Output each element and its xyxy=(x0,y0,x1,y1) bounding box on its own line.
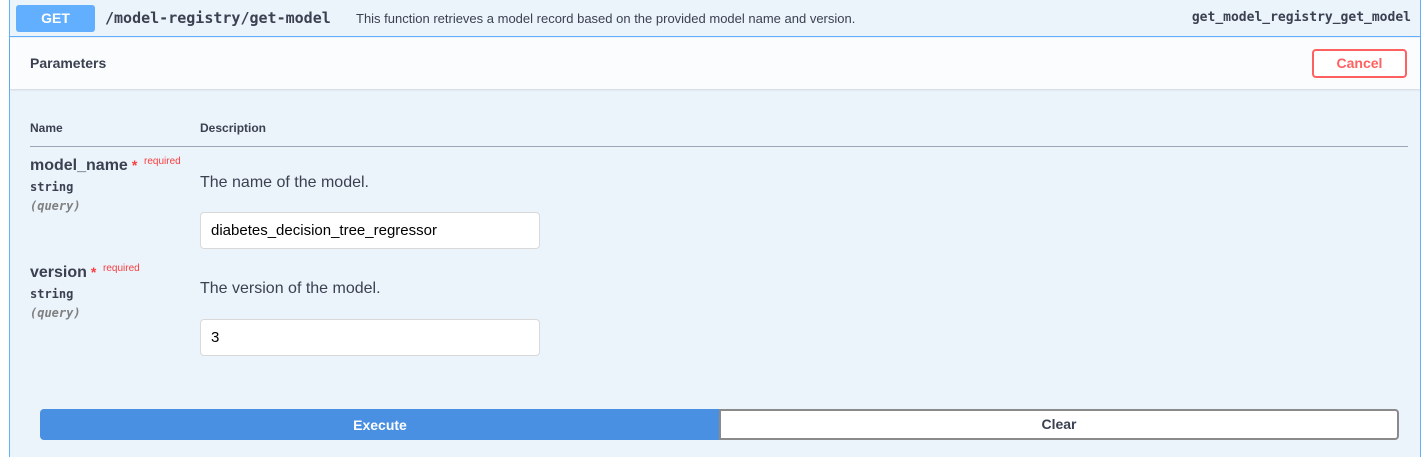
endpoint-path: /model-registry/get-model xyxy=(105,9,331,27)
param-type: string xyxy=(30,287,74,301)
model-name-input[interactable]: diabetes_decision_tree_regressor xyxy=(200,212,540,249)
param-location: (query) xyxy=(30,199,81,213)
column-header-description: Description xyxy=(200,121,267,135)
param-type: string xyxy=(30,180,74,194)
operation-id: get_model_registry_get_model xyxy=(1191,10,1411,25)
param-name-model-name: model_name * xyxy=(30,157,137,175)
table-header-divider xyxy=(30,146,1408,147)
required-label: required xyxy=(103,263,140,274)
cancel-button[interactable]: Cancel xyxy=(1312,49,1407,78)
required-star: * xyxy=(90,264,97,280)
parameters-header: Parameters Cancel xyxy=(10,38,1420,89)
action-buttons: Execute Clear xyxy=(40,409,1399,440)
endpoint-summary: This function retrieves a model record b… xyxy=(356,11,856,26)
param-description: The name of the model. xyxy=(200,174,369,191)
column-header-name: Name xyxy=(30,121,63,135)
param-name-label: model_name xyxy=(30,157,128,174)
param-name-label: version xyxy=(30,264,87,281)
http-method-badge: GET xyxy=(16,5,95,32)
param-description: The version of the model. xyxy=(200,280,381,297)
required-label: required xyxy=(144,156,181,167)
param-location: (query) xyxy=(30,306,81,320)
execute-button[interactable]: Execute xyxy=(40,409,720,440)
operation-block: GET /model-registry/get-model This funct… xyxy=(9,0,1421,457)
operation-summary[interactable]: GET /model-registry/get-model This funct… xyxy=(10,0,1420,37)
parameters-title: Parameters xyxy=(30,55,107,71)
clear-button[interactable]: Clear xyxy=(719,409,1399,440)
required-star: * xyxy=(131,157,138,173)
param-name-version: version * xyxy=(30,264,96,282)
version-input[interactable]: 3 xyxy=(200,319,540,356)
